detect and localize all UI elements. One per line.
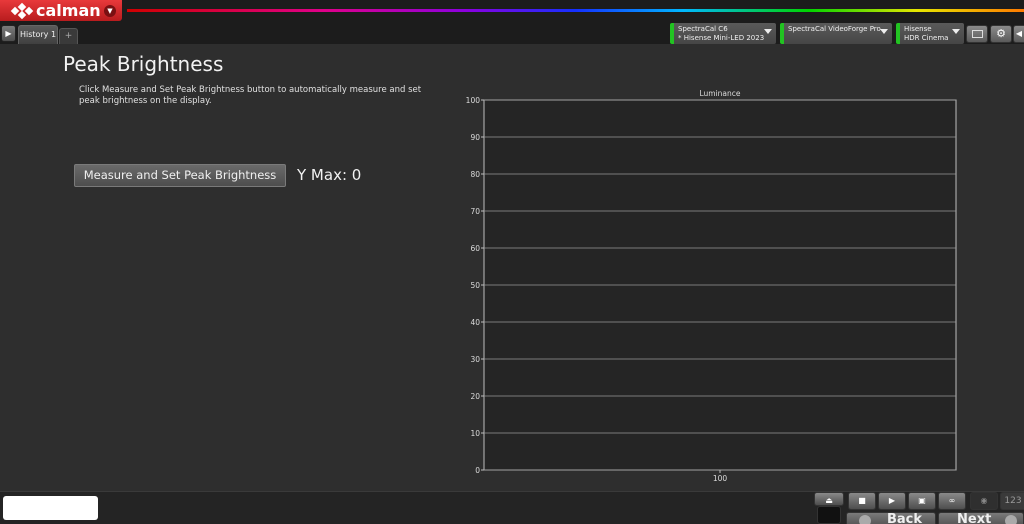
y-tick-label: 60 [470, 244, 480, 253]
luminance-chart: Luminance 0 10 20 30 40 50 60 70 80 90 100 100 [466, 89, 957, 483]
tab-history-1[interactable]: History 1 [18, 25, 58, 44]
logo-text: calman [36, 1, 101, 20]
y-tick-label: 70 [470, 207, 480, 216]
rainbow-bar [127, 9, 1024, 12]
chevron-down-icon: ▼ [104, 5, 116, 17]
collapse-panel-button[interactable]: ◀ [1013, 25, 1024, 43]
y-tick-label: 10 [470, 429, 480, 438]
instructions-text: Click Measure and Set Peak Brightness bu… [79, 85, 422, 106]
ymax-value: 0 [351, 166, 362, 184]
y-tick-label: 0 [475, 466, 480, 475]
device-profile: * Hisense Mini-LED 2023 [678, 34, 765, 42]
calman-logo-icon [10, 2, 34, 19]
x-tick-label: 100 [713, 474, 728, 483]
back-button[interactable]: Back [846, 512, 936, 524]
y-tick-label: 100 [466, 96, 481, 105]
y-tick-label: 90 [470, 133, 480, 142]
page-title: Peak Brightness [63, 52, 224, 76]
back-label: Back [887, 512, 923, 524]
device-profile: HDR Cinema [904, 34, 949, 42]
next-arrow-icon [1005, 515, 1017, 524]
stop-icon[interactable]: ■ [848, 492, 876, 510]
measure-peak-brightness-button[interactable]: Measure and Set Peak Brightness [74, 164, 286, 187]
source-device-selector[interactable]: SpectraCal VideoForge Pro [780, 23, 892, 44]
y-tick-label: 50 [470, 281, 480, 290]
chevron-down-icon [880, 29, 888, 34]
chevron-down-icon [764, 29, 772, 34]
y-tick-label: 30 [470, 355, 480, 364]
y-tick-label: 80 [470, 170, 480, 179]
meter-device-selector[interactable]: SpectraCal C6 * Hisense Mini-LED 2023 [670, 23, 776, 44]
control-panel: ⏏ ■ ▶ ▣ ∞ ◉ 123 Back Next [812, 491, 1024, 524]
save-icon[interactable]: ▣ [908, 492, 936, 510]
y-tick-label: 40 [470, 318, 480, 327]
y-tick-label: 20 [470, 392, 480, 401]
calman-menu-button[interactable]: calman ▼ [0, 0, 122, 21]
device-name: SpectraCal C6 [678, 25, 728, 33]
chevron-down-icon [952, 29, 960, 34]
play-icon[interactable]: ▶ [1, 25, 16, 42]
ymax-label: Y Max: [297, 166, 347, 184]
counter-readout: 123 [1000, 492, 1024, 510]
dial-icon[interactable]: ◉ [970, 492, 998, 510]
top-bar: calman ▼ [0, 0, 1024, 22]
loop-icon[interactable]: ∞ [938, 492, 966, 510]
ymax-readout: Y Max: 0 [297, 166, 361, 184]
next-label: Next [957, 512, 992, 524]
monitor-icon[interactable] [966, 25, 988, 43]
add-tab-button[interactable]: + [59, 28, 78, 44]
status-field [3, 496, 98, 520]
back-arrow-icon [859, 515, 871, 524]
expand-up-icon[interactable]: ⏏ [814, 492, 844, 506]
slider-handle[interactable] [817, 506, 841, 524]
gear-icon[interactable]: ⚙ [990, 25, 1012, 43]
display-device-selector[interactable]: Hisense HDR Cinema [896, 23, 964, 44]
chart-title: Luminance [699, 89, 740, 98]
next-button[interactable]: Next [938, 512, 1024, 524]
play-icon[interactable]: ▶ [878, 492, 906, 510]
device-name: SpectraCal VideoForge Pro [788, 25, 881, 33]
